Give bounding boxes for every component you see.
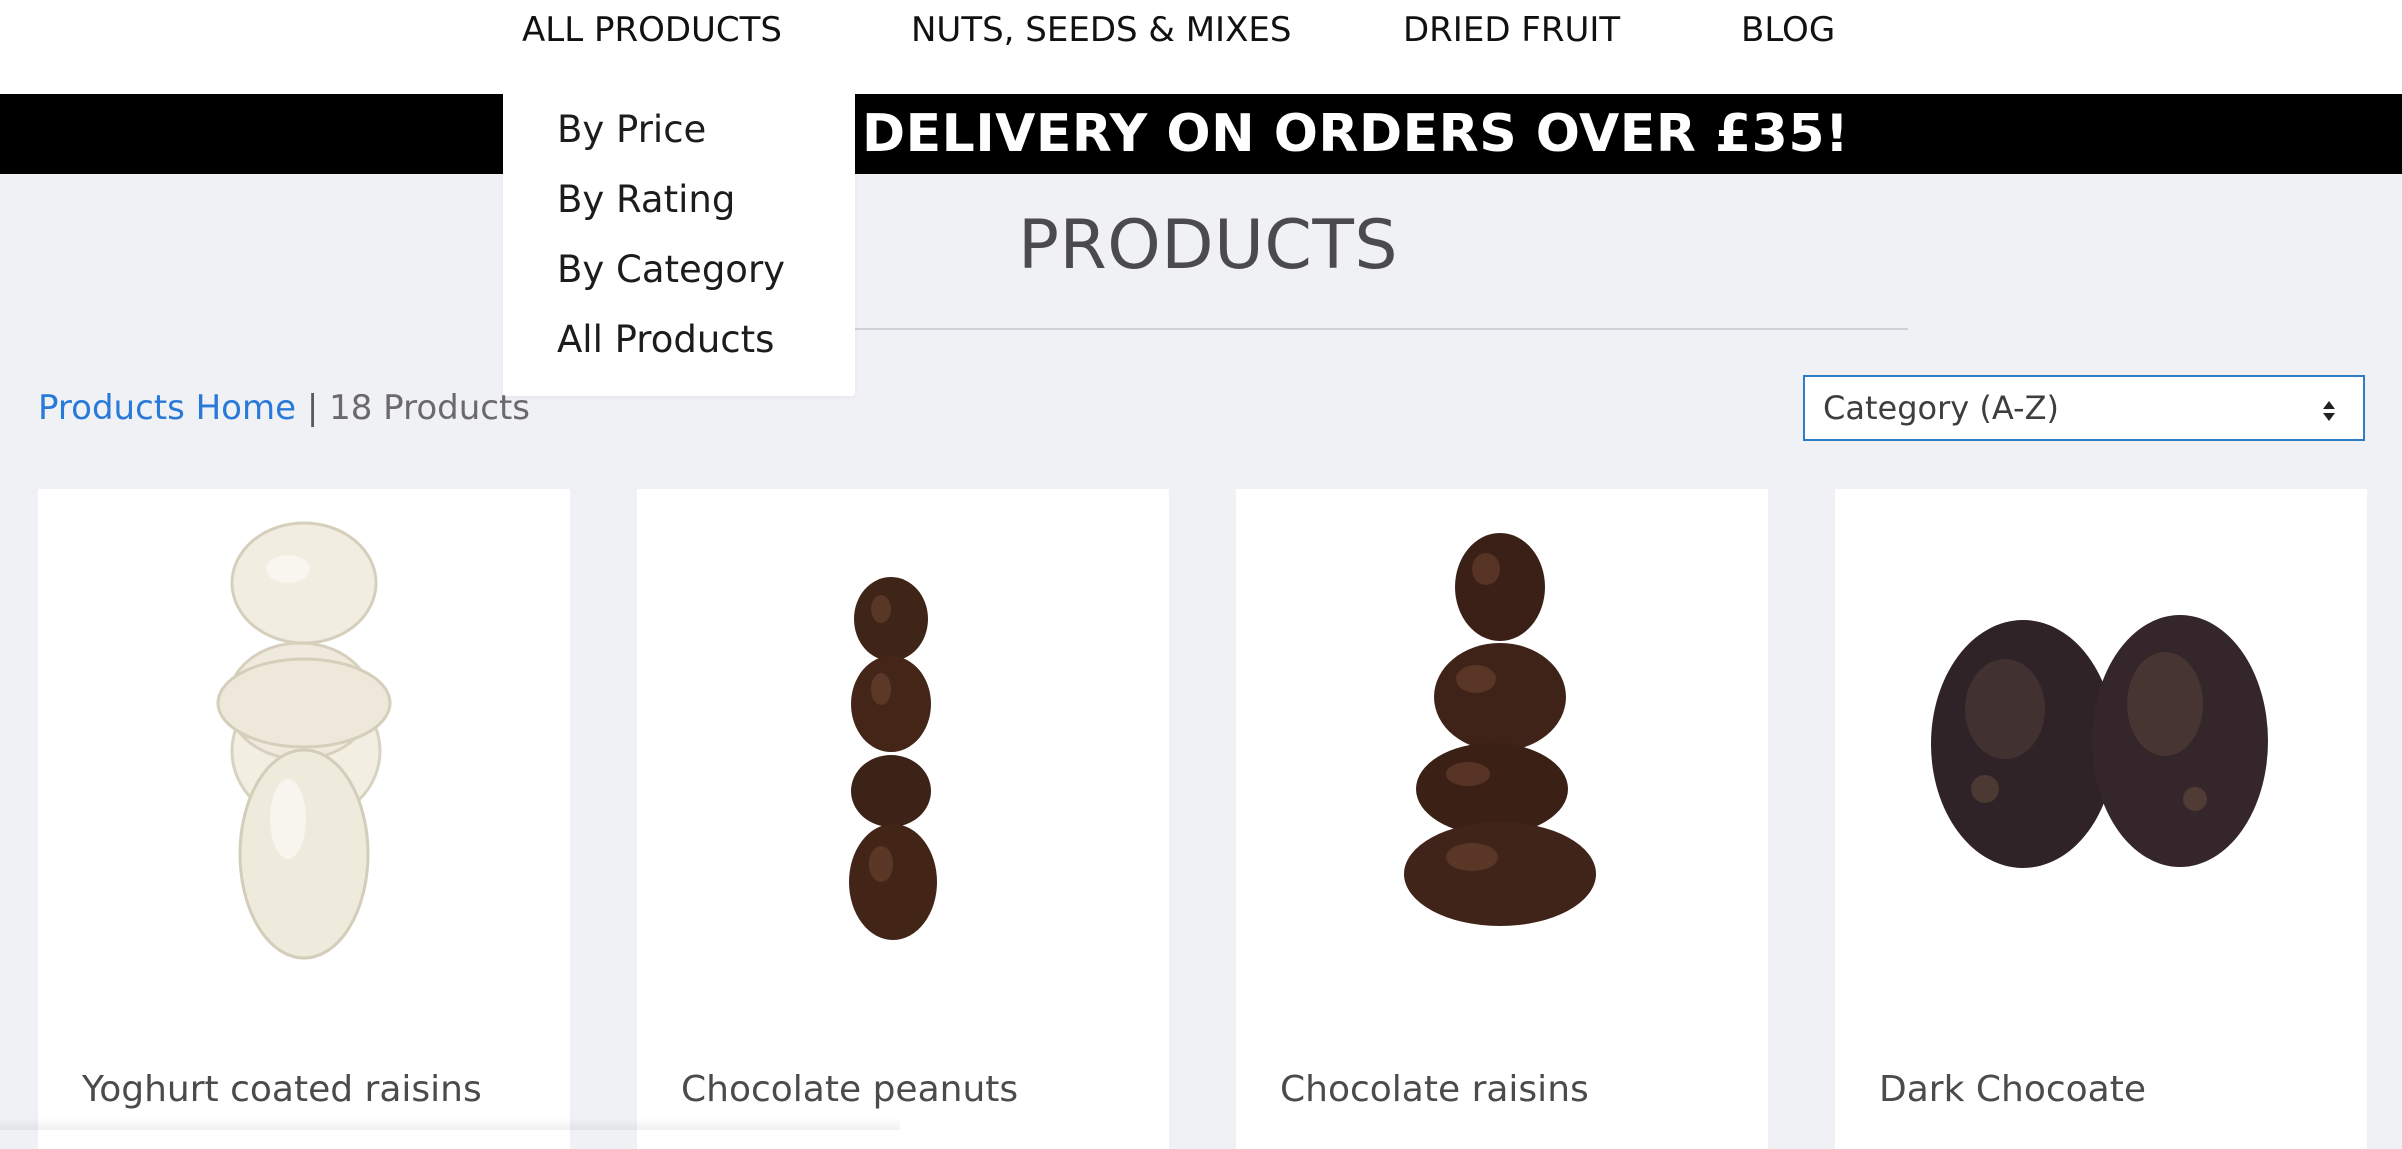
bottom-shadow [0, 1118, 900, 1130]
breadcrumb-home-link[interactable]: Products Home [38, 388, 296, 428]
nav-dried-fruit[interactable]: DRIED FRUIT [1403, 10, 1620, 50]
sort-selected-value: Category (A-Z) [1823, 389, 2059, 427]
product-image-yoghurt-raisins [216, 521, 392, 960]
product-count: 18 Products [329, 388, 530, 428]
dropdown-item-by-rating[interactable]: By Rating [557, 178, 735, 221]
dropdown-item-all-products[interactable]: All Products [557, 318, 774, 361]
product-name: Chocolate raisins [1280, 1069, 1589, 1110]
nav-blog[interactable]: BLOG [1741, 10, 1835, 50]
sort-arrows-icon [2323, 401, 2335, 421]
promo-banner-text: DELIVERY ON ORDERS OVER £35! [862, 104, 1850, 164]
sort-select[interactable]: Category (A-Z) [1803, 375, 2365, 441]
breadcrumb: Products Home | 18 Products [38, 388, 530, 428]
all-products-dropdown: By Price By Rating By Category All Produ… [503, 94, 855, 396]
nav-all-products[interactable]: ALL PRODUCTS [522, 10, 782, 50]
product-image-dark-chocolate [1931, 615, 2268, 868]
product-name: Dark Chocoate [1879, 1069, 2146, 1110]
breadcrumb-separator: | [296, 388, 330, 428]
product-image-chocolate-raisins [1404, 533, 1596, 926]
product-image-chocolate-peanuts [849, 577, 937, 940]
promo-banner: DELIVERY ON ORDERS OVER £35! [0, 94, 2402, 174]
product-card-dark-chocolate[interactable]: Dark Chocoate [1835, 489, 2367, 1149]
dropdown-item-by-price[interactable]: By Price [557, 108, 706, 151]
nav-nuts-seeds-mixes[interactable]: NUTS, SEEDS & MIXES [911, 10, 1291, 50]
product-card-chocolate-raisins[interactable]: Chocolate raisins [1236, 489, 1768, 1149]
title-divider [855, 328, 1908, 330]
dropdown-item-by-category[interactable]: By Category [557, 248, 785, 291]
product-card-yoghurt-raisins[interactable]: Yoghurt coated raisins [38, 489, 570, 1149]
product-name: Yoghurt coated raisins [82, 1069, 482, 1110]
page-title: PRODUCTS [1018, 206, 1399, 285]
product-name: Chocolate peanuts [681, 1069, 1019, 1110]
top-nav: ALL PRODUCTS NUTS, SEEDS & MIXES DRIED F… [0, 0, 2402, 94]
product-card-chocolate-peanuts[interactable]: Chocolate peanuts [637, 489, 1169, 1149]
